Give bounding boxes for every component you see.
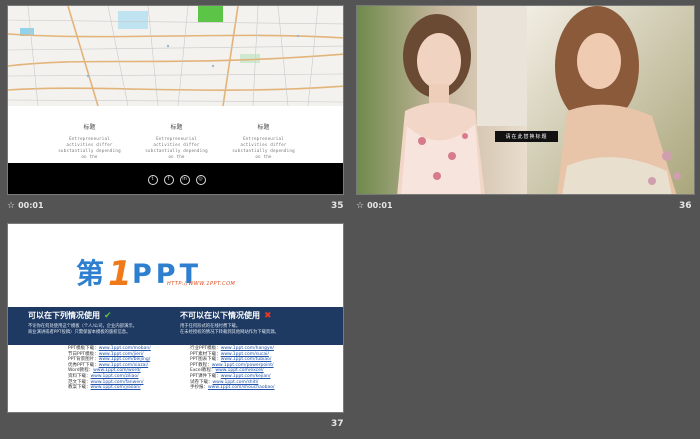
instagram-icon: ◎ (195, 174, 206, 185)
link-row: 教案下载：www.1ppt.com/jiaoan/ (68, 385, 141, 391)
resource-link[interactable]: www.1ppt.com/sucai/ (221, 352, 269, 357)
feature-desc: Entrepreneurial activities differ substa… (145, 136, 208, 159)
star-icon: ☆ (7, 201, 16, 211)
resource-link[interactable]: www.1ppt.com/excel/ (215, 368, 263, 373)
slide-timing-36: ☆ 00:01 (356, 201, 393, 211)
feature-title: 标题 (83, 124, 96, 131)
slide-thumbnail-37[interactable]: 第 1 PPT HTTP://WWW.1PPT.COM 可以在下列情况使用 ✔ 不… (7, 223, 344, 413)
slide-number: 35 (331, 201, 344, 211)
resource-link[interactable]: www.1ppt.com/jiaoan/ (91, 385, 141, 390)
resource-link[interactable]: www.1ppt.com/fanwen/ (91, 380, 144, 385)
can-use-heading: 可以在下列情况使用 (28, 311, 100, 320)
svg-text:第: 第 (76, 257, 104, 290)
woman-portrait-left-image (357, 6, 527, 194)
link-row: 手抄报：www.1ppt.com/shouchaobao/ (190, 385, 275, 391)
logo-url: HTTP://WWW.1PPT.COM (167, 281, 236, 287)
slide-number: 36 (679, 201, 692, 211)
city-map-image (8, 6, 343, 106)
resource-link[interactable]: www.1ppt.com/kejian/ (221, 374, 271, 379)
slide-thumbnail-35[interactable]: 标题 Entrepreneurial activities differ sub… (7, 5, 344, 195)
cannot-use-heading: 不可以在以下情况使用 (180, 311, 260, 320)
cannot-use-column: 不可以在以下情况使用 ✖ 用于任何形式的在线付费下载。 在未经授权的情况下转载到其… (180, 310, 340, 336)
slide-thumbnail-36[interactable]: 请在此替换标题 (356, 5, 695, 195)
feature-item: 标题 Entrepreneurial activities differ sub… (229, 122, 299, 160)
feature-item: 标题 Entrepreneurial activities differ sub… (142, 122, 212, 160)
twitter-icon: t (147, 174, 158, 185)
woman-portrait-right-image (527, 6, 694, 194)
feature-item: 标题 Entrepreneurial activities differ sub… (55, 122, 125, 160)
feature-row: 标题 Entrepreneurial activities differ sub… (8, 122, 343, 160)
feature-desc: Entrepreneurial activities differ substa… (58, 136, 121, 159)
slide-time: 00:01 (367, 201, 393, 210)
can-use-line: 商业演讲或者PPT投稿）只需保留本模板的版权信息。 (28, 330, 131, 335)
caption-box: 请在此替换标题 (495, 131, 558, 142)
cannot-use-line: 在未经授权的情况下转载到其他网站作为下载资源。 (180, 330, 279, 335)
linkedin-icon: in (179, 174, 190, 185)
resource-link[interactable]: www.1ppt.com/tubiao/ (221, 357, 272, 362)
cross-icon: ✖ (264, 310, 272, 321)
resource-links-right: 行业PPT模板：www.1ppt.com/hangye/ PPT素材下载：www… (190, 346, 274, 391)
usage-banner: 可以在下列情况使用 ✔ 不论你在何处使用这个模板（个人/公司，企业内部演示。 商业… (8, 307, 343, 345)
resource-link[interactable]: www.1ppt.com/moban/ (99, 346, 151, 351)
facebook-icon: f (163, 174, 174, 185)
slide-time: 00:01 (18, 201, 44, 210)
feature-title: 标题 (170, 124, 183, 131)
resource-link[interactable]: www.1ppt.com/hangye/ (221, 346, 274, 351)
resource-link[interactable]: www.1ppt.com/word/ (93, 368, 141, 373)
slide-number: 37 (331, 419, 344, 429)
feature-desc: Entrepreneurial activities differ substa… (232, 136, 295, 159)
resource-link[interactable]: www.1ppt.com/ziliao/ (91, 374, 139, 379)
svg-text:1: 1 (108, 254, 132, 291)
slide-footer-bar: t f in ◎ (8, 163, 343, 194)
star-icon: ☆ (356, 201, 365, 211)
slide-timing-35: ☆ 00:01 (7, 201, 44, 211)
can-use-column: 可以在下列情况使用 ✔ 不论你在何处使用这个模板（个人/公司，企业内部演示。 商业… (28, 310, 188, 336)
resource-link[interactable]: www.1ppt.com/shouchaobao/ (208, 385, 274, 390)
checkmark-icon: ✔ (104, 310, 112, 321)
feature-title: 标题 (257, 124, 270, 131)
resource-link[interactable]: www.1ppt.com/jieri/ (99, 352, 144, 357)
resource-link[interactable]: www.1ppt.com/shiti/ (213, 380, 259, 385)
resource-links-left: PPT模板下载：www.1ppt.com/moban/ 节日PPT模板：www.… (68, 346, 151, 391)
resource-link[interactable]: www.1ppt.com/beijing/ (99, 357, 151, 362)
